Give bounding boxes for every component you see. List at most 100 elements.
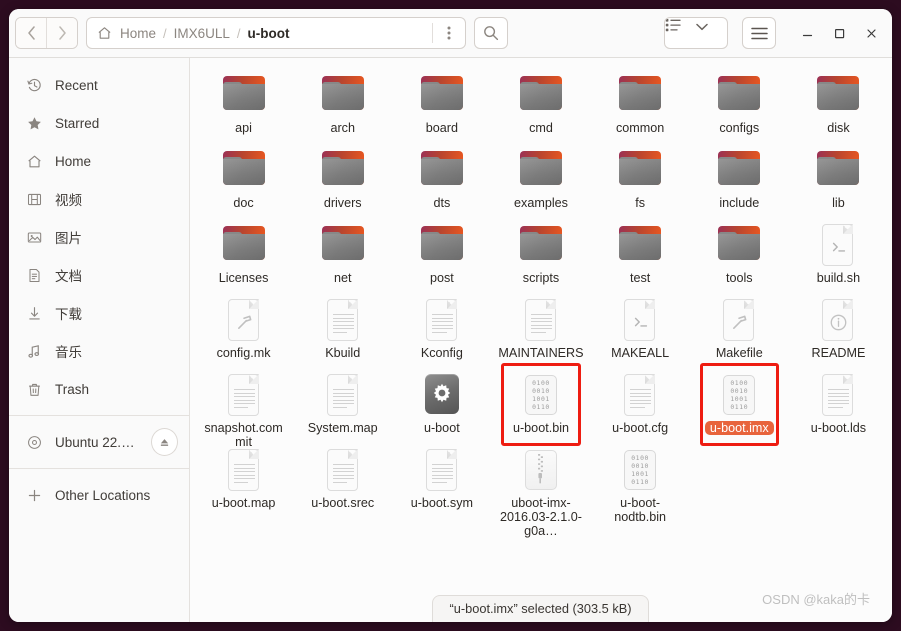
- file-item[interactable]: tools: [690, 216, 789, 291]
- file-icon: [420, 222, 464, 268]
- file-name-label: net: [333, 271, 352, 285]
- document-lines: [332, 464, 354, 486]
- window-controls: [794, 20, 884, 46]
- file-item[interactable]: build.sh: [789, 216, 888, 291]
- text-file-icon: [227, 374, 259, 416]
- close-button[interactable]: [858, 20, 884, 46]
- file-item[interactable]: u-boot.srec: [293, 441, 392, 516]
- sidebar-item-pictures[interactable]: 图片: [9, 218, 189, 256]
- file-list-view[interactable]: api arch board cmd common configs disk doc drive…: [190, 58, 892, 622]
- kebab-menu-button[interactable]: [435, 19, 463, 47]
- file-item[interactable]: 0100 0010 1001 0110 u-boot.bin: [491, 363, 590, 446]
- file-name-label: tools: [725, 271, 753, 285]
- search-icon: [483, 26, 498, 41]
- eject-icon: [160, 438, 169, 446]
- file-item[interactable]: u-boot.cfg: [591, 366, 690, 441]
- file-item[interactable]: scripts: [491, 216, 590, 291]
- file-item[interactable]: uboot-imx-2016.03-2.1.0-g0a…: [491, 441, 590, 538]
- file-item[interactable]: include: [690, 141, 789, 216]
- file-item[interactable]: arch: [293, 66, 392, 141]
- file-item[interactable]: u-boot.map: [194, 441, 293, 516]
- file-item[interactable]: Makefile: [690, 291, 789, 366]
- view-options-dropdown[interactable]: [696, 18, 727, 48]
- file-name-label: disk: [827, 121, 850, 135]
- folder-icon: [519, 151, 562, 187]
- file-name-label: README: [811, 346, 866, 360]
- file-item[interactable]: config.mk: [194, 291, 293, 366]
- main-menu-button[interactable]: [742, 17, 776, 49]
- sidebar-item-device-ubuntu[interactable]: Ubuntu 22.0…: [9, 423, 189, 461]
- file-item[interactable]: u-boot.sym: [392, 441, 491, 516]
- home-icon: [26, 153, 43, 170]
- file-item[interactable]: doc: [194, 141, 293, 216]
- sidebar-item-starred[interactable]: Starred: [9, 104, 189, 142]
- eject-button[interactable]: [150, 428, 178, 456]
- sidebar-scrollbar[interactable]: [185, 58, 189, 622]
- sidebar-item-music[interactable]: 音乐: [9, 332, 189, 370]
- file-item[interactable]: common: [591, 66, 690, 141]
- file-icon: [816, 222, 860, 268]
- file-item[interactable]: dts: [392, 141, 491, 216]
- sidebar-item-downloads[interactable]: 下载: [9, 294, 189, 332]
- file-icon: [618, 147, 662, 193]
- file-icon: [816, 297, 860, 343]
- breadcrumb-item-current[interactable]: u-boot: [248, 26, 290, 41]
- file-item[interactable]: 0100 0010 1001 0110 u-boot-nodtb.bin: [591, 441, 690, 524]
- file-item[interactable]: examples: [491, 141, 590, 216]
- file-item[interactable]: u-boot: [392, 366, 491, 441]
- file-item[interactable]: disk: [789, 66, 888, 141]
- file-item[interactable]: System.map: [293, 366, 392, 441]
- file-name-label: test: [629, 271, 651, 285]
- file-item[interactable]: Licenses: [194, 216, 293, 291]
- file-item[interactable]: fs: [591, 141, 690, 216]
- file-item[interactable]: board: [392, 66, 491, 141]
- file-icon: [222, 72, 266, 118]
- file-item[interactable]: Kconfig: [392, 291, 491, 366]
- forward-button[interactable]: [46, 18, 77, 48]
- file-item[interactable]: cmd: [491, 66, 590, 141]
- breadcrumb-item-imx6ull[interactable]: IMX6ULL: [174, 26, 230, 41]
- file-item[interactable]: post: [392, 216, 491, 291]
- file-name-label: u-boot.map: [211, 496, 276, 510]
- file-icon: [519, 222, 563, 268]
- file-icon: [519, 147, 563, 193]
- file-item[interactable]: drivers: [293, 141, 392, 216]
- sidebar-item-trash[interactable]: Trash: [9, 370, 189, 408]
- file-name-label: uboot-imx-2016.03-2.1.0-g0a…: [500, 496, 582, 538]
- navigation-buttons: [15, 17, 78, 49]
- folder-icon: [619, 226, 662, 262]
- maximize-button[interactable]: [826, 20, 852, 46]
- breadcrumb-item-home[interactable]: Home: [120, 26, 156, 41]
- file-item[interactable]: README: [789, 291, 888, 366]
- file-item[interactable]: 0100 0010 1001 0110 u-boot.imx: [690, 363, 789, 446]
- file-icon: [321, 447, 365, 493]
- file-item[interactable]: MAKEALL: [591, 291, 690, 366]
- sidebar: Recent Starred Home 视频 图片 文档 下载 音乐 Trash…: [9, 58, 190, 622]
- search-button[interactable]: [473, 17, 508, 49]
- file-item[interactable]: lib: [789, 141, 888, 216]
- sidebar-item-label: Starred: [55, 115, 100, 131]
- file-item[interactable]: snapshot.commit: [194, 366, 293, 449]
- sidebar-item-other-locations[interactable]: Other Locations: [9, 476, 189, 514]
- folder-icon: [321, 226, 364, 262]
- back-button[interactable]: [16, 18, 46, 48]
- file-item[interactable]: Kbuild: [293, 291, 392, 366]
- file-item[interactable]: u-boot.lds: [789, 366, 888, 441]
- file-name-label: configs: [719, 121, 760, 135]
- sidebar-item-documents[interactable]: 文档: [9, 256, 189, 294]
- file-item[interactable]: api: [194, 66, 293, 141]
- file-name-label: scripts: [522, 271, 560, 285]
- file-item[interactable]: test: [591, 216, 690, 291]
- file-name-label: cmd: [529, 121, 553, 135]
- minimize-button[interactable]: [794, 20, 820, 46]
- file-icon: [618, 297, 662, 343]
- file-item[interactable]: net: [293, 216, 392, 291]
- sidebar-item-recent[interactable]: Recent: [9, 66, 189, 104]
- file-icon: [420, 72, 464, 118]
- file-item[interactable]: MAINTAINERS: [491, 291, 590, 366]
- list-view-button[interactable]: [665, 18, 696, 48]
- file-item[interactable]: configs: [690, 66, 789, 141]
- sidebar-item-videos[interactable]: 视频: [9, 180, 189, 218]
- sidebar-item-home[interactable]: Home: [9, 142, 189, 180]
- file-icon: [618, 372, 662, 418]
